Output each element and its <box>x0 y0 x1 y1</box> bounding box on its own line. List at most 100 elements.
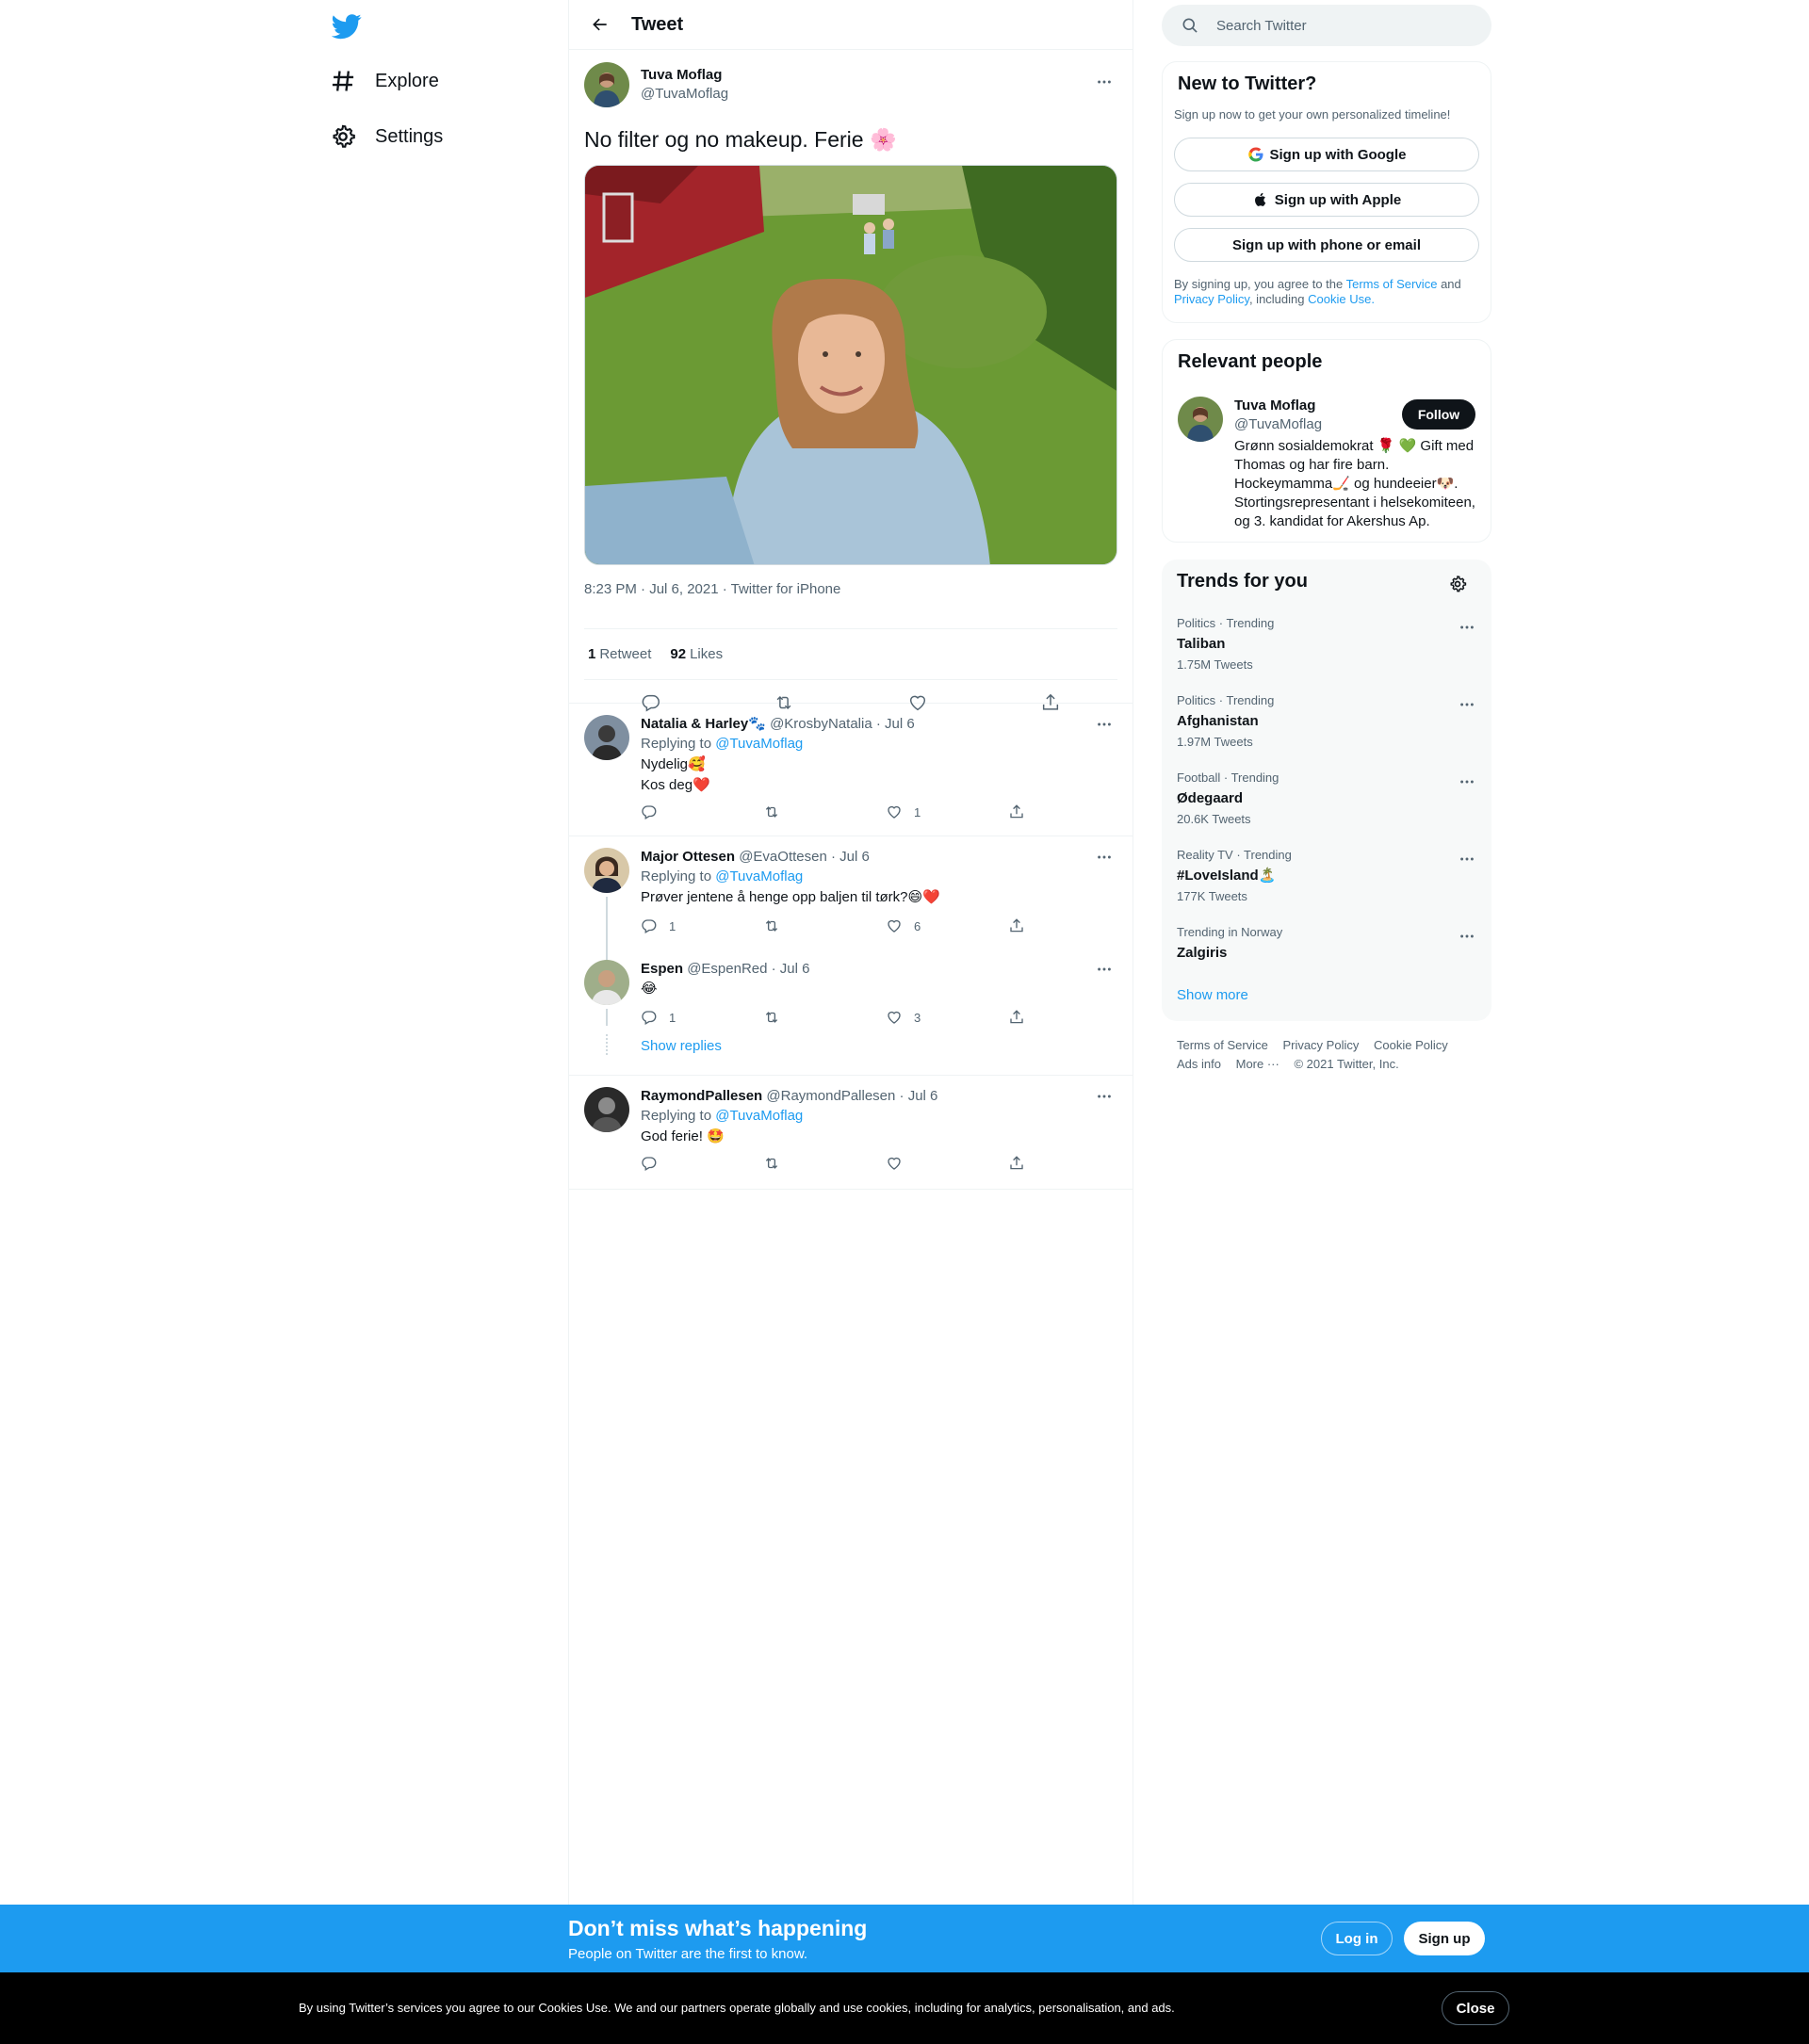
main-tweet: Tuva Moflag @TuvaMoflag No filter og no … <box>569 50 1133 712</box>
reply-text-line: Kos deg❤️ <box>641 777 710 793</box>
reply-author-name[interactable]: Natalia & Harley🐾 <box>641 716 766 732</box>
nav-settings[interactable]: Settings <box>330 114 443 159</box>
avatar[interactable] <box>584 960 629 1005</box>
avatar[interactable] <box>1178 397 1223 442</box>
like-button[interactable]: 1 <box>886 803 942 820</box>
person-name[interactable]: Tuva Moflag <box>1234 397 1322 415</box>
reply-author-handle[interactable]: @KrosbyNatalia <box>770 716 872 732</box>
nav-explore[interactable]: Explore <box>330 58 439 104</box>
trends-settings-button[interactable] <box>1446 573 1469 595</box>
replying-to-label: Replying to <box>641 868 712 884</box>
signup-button[interactable]: Sign up <box>1404 1922 1485 1955</box>
like-button[interactable]: 3 <box>886 1009 942 1026</box>
person-handle[interactable]: @TuvaMoflag <box>1234 415 1322 434</box>
more-options-button[interactable] <box>1458 850 1476 868</box>
trend-item[interactable]: Politics · Trending Taliban 1.75M Tweets <box>1177 616 1476 693</box>
search-input[interactable]: Search Twitter <box>1216 18 1307 34</box>
footer-privacy-link[interactable]: Privacy Policy <box>1282 1038 1359 1052</box>
signup-phone-email-button[interactable]: Sign up with phone or email <box>1174 228 1479 262</box>
reply-author-handle[interactable]: @EvaOttesen <box>739 849 827 865</box>
show-more-link[interactable]: Show more <box>1177 987 1248 1003</box>
nav-explore-label: Explore <box>375 70 439 91</box>
like-count: 6 <box>914 918 921 933</box>
more-options-button[interactable] <box>1091 956 1117 982</box>
follow-button[interactable]: Follow <box>1402 399 1475 430</box>
reply-icon <box>642 1157 657 1171</box>
show-replies-link[interactable]: Show replies <box>641 1038 722 1054</box>
reply-button[interactable] <box>641 803 697 820</box>
retweet-button[interactable] <box>763 917 820 934</box>
reply-author-name[interactable]: RaymondPallesen <box>641 1088 762 1104</box>
more-options-button[interactable] <box>1091 1083 1117 1110</box>
footer-terms-link[interactable]: Terms of Service <box>1177 1038 1268 1052</box>
more-options-button[interactable] <box>1458 772 1476 791</box>
new-to-twitter-card: New to Twitter? Sign up now to get your … <box>1162 61 1491 323</box>
share-button[interactable] <box>1008 1009 1065 1026</box>
replying-to-link[interactable]: @TuvaMoflag <box>715 1108 803 1124</box>
more-options-button[interactable] <box>1458 695 1476 714</box>
reply-date[interactable]: · Jul 6 <box>772 961 810 977</box>
more-options-button[interactable] <box>1091 844 1117 870</box>
signup-apple-button[interactable]: Sign up with Apple <box>1174 183 1479 217</box>
login-button[interactable]: Log in <box>1321 1922 1393 1955</box>
like-button[interactable]: 6 <box>886 917 942 934</box>
avatar[interactable] <box>584 715 629 760</box>
like-stat[interactable]: 92 Likes <box>670 646 723 662</box>
cookie-use-link[interactable]: Cookie Use. <box>1308 292 1375 306</box>
retweet-button[interactable] <box>763 803 820 820</box>
avatar[interactable] <box>584 62 629 107</box>
retweet-stat[interactable]: 1 Retweet <box>588 646 651 662</box>
replying-to-link[interactable]: @TuvaMoflag <box>715 736 803 752</box>
reply-author-name[interactable]: Espen <box>641 961 683 977</box>
share-button[interactable] <box>1008 1155 1065 1172</box>
footer-more-link[interactable]: More ··· <box>1236 1057 1279 1071</box>
footer-cookie-link[interactable]: Cookie Policy <box>1374 1038 1448 1052</box>
card-title: Trends for you <box>1177 571 1308 592</box>
reply-author-handle[interactable]: @EspenRed <box>687 961 767 977</box>
reply-button[interactable] <box>641 1155 697 1172</box>
more-options-button[interactable] <box>1091 711 1117 738</box>
reply-tweet[interactable]: Natalia & Harley🐾 @KrosbyNatalia · Jul 6… <box>569 704 1133 836</box>
reply-text-line: 😂 <box>641 981 658 997</box>
privacy-link[interactable]: Privacy Policy <box>1174 292 1249 306</box>
retweet-button[interactable] <box>763 1009 820 1026</box>
like-icon <box>888 805 901 819</box>
trend-item[interactable]: Politics · Trending Afghanistan 1.97M Tw… <box>1177 693 1476 771</box>
reply-button[interactable]: 1 <box>641 1009 697 1026</box>
reply-author-handle[interactable]: @RaymondPallesen <box>766 1088 895 1104</box>
footer-ads-link[interactable]: Ads info <box>1177 1057 1221 1071</box>
trend-item[interactable]: Trending in Norway Zalgiris <box>1177 925 1476 981</box>
avatar[interactable] <box>584 1087 629 1132</box>
more-options-button[interactable] <box>1091 69 1117 95</box>
more-options-button[interactable] <box>1458 927 1476 946</box>
reply-date[interactable]: · Jul 6 <box>900 1088 938 1104</box>
trend-item[interactable]: Football · Trending Ødegaard 20.6K Tweet… <box>1177 771 1476 848</box>
retweet-button[interactable] <box>763 1155 820 1172</box>
reply-author-name[interactable]: Major Ottesen <box>641 849 735 865</box>
author-handle[interactable]: @TuvaMoflag <box>641 85 728 104</box>
more-icon <box>1460 934 1474 938</box>
avatar[interactable] <box>584 848 629 893</box>
reply-button[interactable]: 1 <box>641 917 697 934</box>
reply-date[interactable]: · Jul 6 <box>831 849 870 865</box>
like-button[interactable] <box>886 1155 942 1172</box>
back-button[interactable] <box>584 8 616 41</box>
tweet-author[interactable]: Tuva Moflag @TuvaMoflag <box>584 61 1117 108</box>
replying-to-link[interactable]: @TuvaMoflag <box>715 868 803 884</box>
reply-tweet[interactable]: RaymondPallesen @RaymondPallesen · Jul 6… <box>569 1076 1133 1190</box>
author-name[interactable]: Tuva Moflag <box>641 66 728 85</box>
reply-date[interactable]: · Jul 6 <box>876 716 915 732</box>
signup-google-button[interactable]: Sign up with Google <box>1174 138 1479 171</box>
cookie-close-button[interactable]: Close <box>1442 1991 1509 2025</box>
more-options-button[interactable] <box>1458 618 1476 637</box>
more-icon <box>1460 625 1474 629</box>
terms-link[interactable]: Terms of Service <box>1346 277 1438 291</box>
trend-item[interactable]: Reality TV · Trending #LoveIsland🏝️ 177K… <box>1177 848 1476 925</box>
arrow-left-icon <box>593 18 607 31</box>
twitter-logo-icon[interactable] <box>331 11 362 41</box>
share-button[interactable] <box>1008 917 1065 934</box>
tweet-photo[interactable] <box>584 165 1117 565</box>
share-button[interactable] <box>1008 803 1065 820</box>
search-box[interactable]: Search Twitter <box>1162 5 1491 46</box>
cookie-banner: By using Twitter’s services you agree to… <box>0 1972 1809 2044</box>
